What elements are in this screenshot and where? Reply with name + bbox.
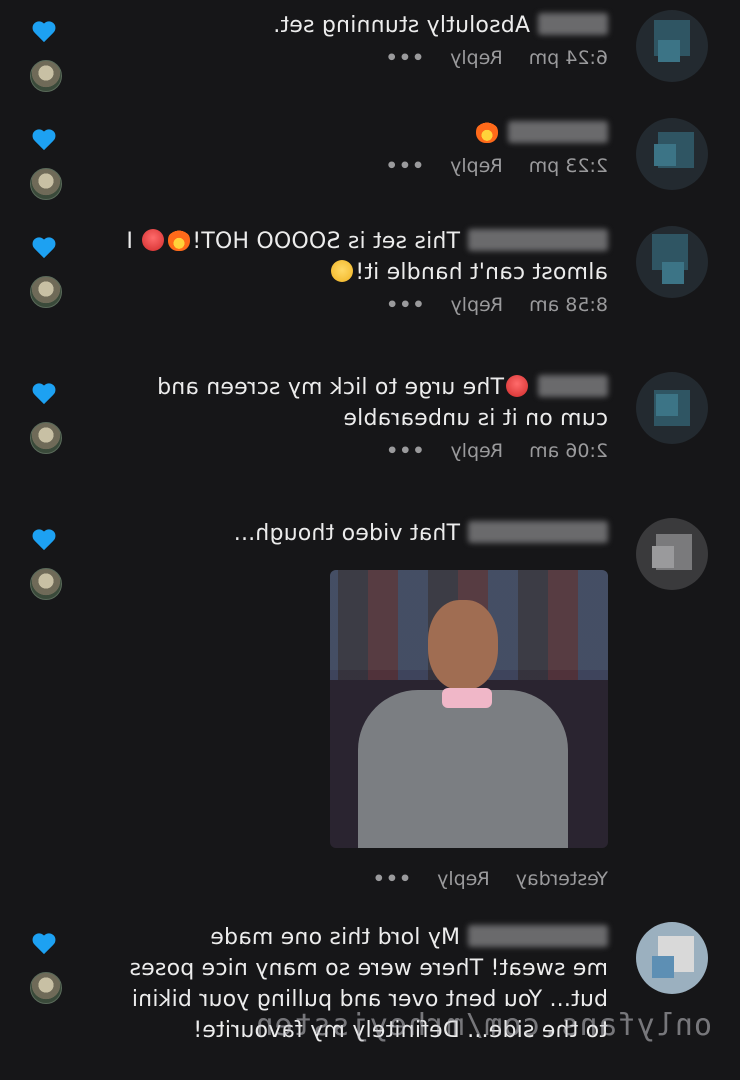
creator-avatar (30, 60, 62, 92)
creator-avatar (30, 276, 62, 308)
comment-meta: 6:24 pm Reply ••• (132, 47, 608, 69)
timestamp: 2:06 am (529, 440, 608, 462)
timestamp: 2:23 pm (528, 155, 608, 177)
avatar[interactable] (636, 922, 708, 994)
redacted-username (468, 521, 608, 543)
avatar[interactable] (636, 372, 708, 444)
hot-face-emoji-icon (506, 375, 528, 397)
redacted-username (538, 375, 608, 397)
comment-meta: 2:23 pm Reply ••• (132, 155, 608, 177)
heart-icon[interactable] (32, 530, 56, 552)
comment-text: That video though... (132, 518, 608, 549)
comment-text (132, 118, 608, 149)
comment-text: cum on it is unbearable (343, 406, 608, 431)
gif-attachment[interactable] (330, 570, 608, 848)
comment-meta: 8:58 am Reply ••• (132, 294, 608, 316)
fire-emoji-icon (168, 229, 191, 251)
creator-avatar (30, 972, 62, 1004)
heart-icon[interactable] (32, 130, 56, 152)
comment-meta: 2:06 am Reply ••• (132, 440, 608, 462)
reply-button[interactable]: Reply (437, 868, 490, 890)
comment-meta: Yesterday Reply ••• (132, 868, 608, 890)
redacted-username (468, 229, 608, 251)
fire-emoji-icon (476, 121, 498, 143)
hot-face-emoji-icon (142, 229, 165, 251)
comment-text: almost can't handle it! (132, 257, 608, 288)
comment-text: The urge to lick my screen and (132, 372, 608, 403)
creator-avatar (30, 422, 62, 454)
gif-suit (358, 690, 568, 848)
more-options-button[interactable]: ••• (385, 294, 424, 316)
redacted-username (468, 925, 608, 947)
avatar[interactable] (636, 518, 708, 590)
creator-avatar (30, 168, 62, 200)
smile-emoji-icon (331, 260, 354, 282)
timestamp: 6:24 pm (528, 47, 608, 69)
heart-icon[interactable] (32, 384, 56, 406)
more-options-button[interactable]: ••• (385, 440, 424, 462)
comment-text: Absolutly stunning set. (132, 10, 608, 41)
more-options-button[interactable]: ••• (372, 868, 411, 890)
redacted-username (508, 121, 608, 143)
avatar[interactable] (636, 118, 708, 190)
more-options-button[interactable]: ••• (385, 155, 424, 177)
reply-button[interactable]: Reply (451, 294, 504, 316)
comment-text: My lord this one made (132, 922, 608, 953)
comment-text: This set is SOOOO HOT! I (126, 226, 608, 257)
redacted-username (538, 13, 608, 35)
avatar[interactable] (636, 10, 708, 82)
gif-bow-tie (442, 688, 492, 708)
reply-button[interactable]: Reply (451, 440, 504, 462)
avatar[interactable] (636, 226, 708, 298)
gif-face (428, 600, 498, 690)
timestamp: Yesterday (515, 868, 608, 890)
reply-button[interactable]: Reply (450, 47, 503, 69)
creator-avatar (30, 568, 62, 600)
timestamp: 8:58 am (529, 294, 608, 316)
watermark: onlyfans.com/mrheyjssten (254, 1008, 712, 1043)
comment-text: me sweat! There were so many nice poses (129, 956, 608, 981)
heart-icon[interactable] (32, 934, 56, 956)
heart-icon[interactable] (32, 238, 56, 260)
more-options-button[interactable]: ••• (385, 47, 424, 69)
reply-button[interactable]: Reply (450, 155, 503, 177)
heart-icon[interactable] (32, 22, 56, 44)
